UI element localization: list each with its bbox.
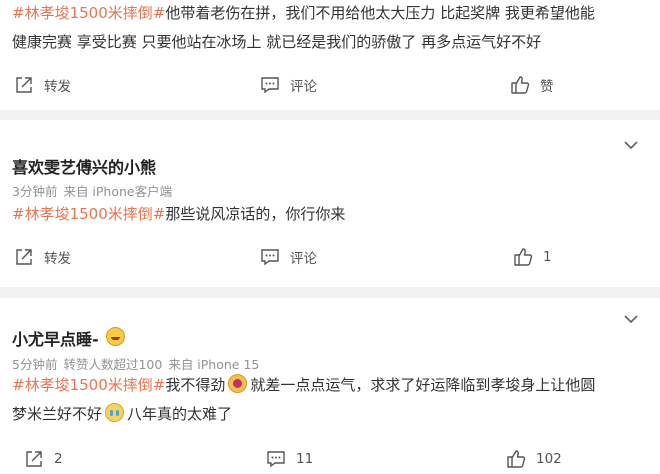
- post-time: 3分钟前: [12, 184, 58, 199]
- like-button[interactable]: 赞: [510, 70, 554, 100]
- comment-bubble-icon: [267, 451, 285, 468]
- comment-meta: 3分钟前 来自 iPhone客户端: [12, 181, 178, 200]
- action-bar: 转发 评论 赞: [0, 70, 660, 100]
- comment-bubble-icon: [261, 249, 279, 266]
- thumbs-up-icon: [511, 76, 530, 94]
- like-button[interactable]: 102: [506, 444, 562, 474]
- comment-count: 11: [296, 451, 314, 467]
- hashtag-link[interactable]: #林孝埈1500米摔倒#: [12, 205, 165, 223]
- action-bar: 2 11 102: [0, 444, 660, 474]
- comment-card: 喜欢雯艺傅兴的小熊 3分钟前 来自 iPhone客户端 #林孝埈1500米摔倒#那…: [0, 120, 660, 287]
- username[interactable]: 喜欢雯艺傅兴的小熊: [12, 154, 156, 178]
- post-source: 来自 iPhone客户端: [63, 184, 173, 199]
- chevron-down-icon[interactable]: [624, 314, 638, 324]
- comment-card: #林孝埈1500米摔倒#他带着老伤在拼，我们不用给他太大压力 比起奖牌 我更希望…: [0, 0, 660, 110]
- like-button[interactable]: 1: [513, 242, 552, 272]
- comment-button[interactable]: 评论: [260, 242, 317, 272]
- comment-button[interactable]: 11: [266, 444, 313, 474]
- like-label: 赞: [540, 79, 554, 95]
- screaming-emoji-icon: [228, 374, 248, 393]
- comment-label: 评论: [290, 79, 317, 95]
- repost-stat: 转赞人数超过100: [63, 357, 163, 372]
- crying-emoji-icon: [105, 403, 125, 422]
- like-count: 102: [536, 451, 562, 467]
- hashtag-link[interactable]: #林孝埈1500米摔倒#: [12, 4, 165, 22]
- comment-button[interactable]: 评论: [260, 70, 317, 100]
- share-button[interactable]: 2: [24, 444, 63, 474]
- share-button[interactable]: 转发: [14, 70, 71, 100]
- share-label: 转发: [44, 79, 71, 95]
- thumbs-up-icon: [507, 450, 526, 468]
- comment-text: #林孝埈1500米摔倒#他带着老伤在拼，我们不用给他太大压力 比起奖牌 我更希望…: [12, 4, 595, 51]
- thumbs-up-icon: [514, 248, 533, 266]
- comment-text: #林孝埈1500米摔倒#我不得劲 就差一点点运气，求求了好运降临到孝埈身上让他圆 …: [12, 374, 596, 423]
- share-arrow-icon: [26, 451, 42, 467]
- sleepy-emoji-icon: [106, 327, 125, 346]
- share-arrow-icon: [16, 77, 32, 93]
- post-time: 5分钟前: [12, 357, 58, 372]
- comment-card: 小尤早点睡- 5分钟前 转赞人数超过100 来自 iPhone 15 #林孝埈150…: [0, 298, 660, 474]
- action-bar: 转发 评论 1: [0, 242, 660, 272]
- hashtag-link[interactable]: #林孝埈1500米摔倒#: [12, 376, 165, 394]
- share-label: 转发: [44, 251, 71, 267]
- chevron-down-icon[interactable]: [624, 140, 638, 150]
- like-count: 1: [543, 249, 552, 265]
- post-source: 来自 iPhone 15: [168, 357, 260, 372]
- share-count: 2: [54, 451, 63, 467]
- comment-text: #林孝埈1500米摔倒#那些说风凉话的，你行你来: [12, 205, 346, 223]
- comment-label: 评论: [290, 251, 317, 267]
- comment-bubble-icon: [261, 77, 279, 94]
- share-button[interactable]: 转发: [14, 242, 71, 272]
- username[interactable]: 小尤早点睡-: [12, 326, 99, 350]
- share-arrow-icon: [16, 249, 32, 265]
